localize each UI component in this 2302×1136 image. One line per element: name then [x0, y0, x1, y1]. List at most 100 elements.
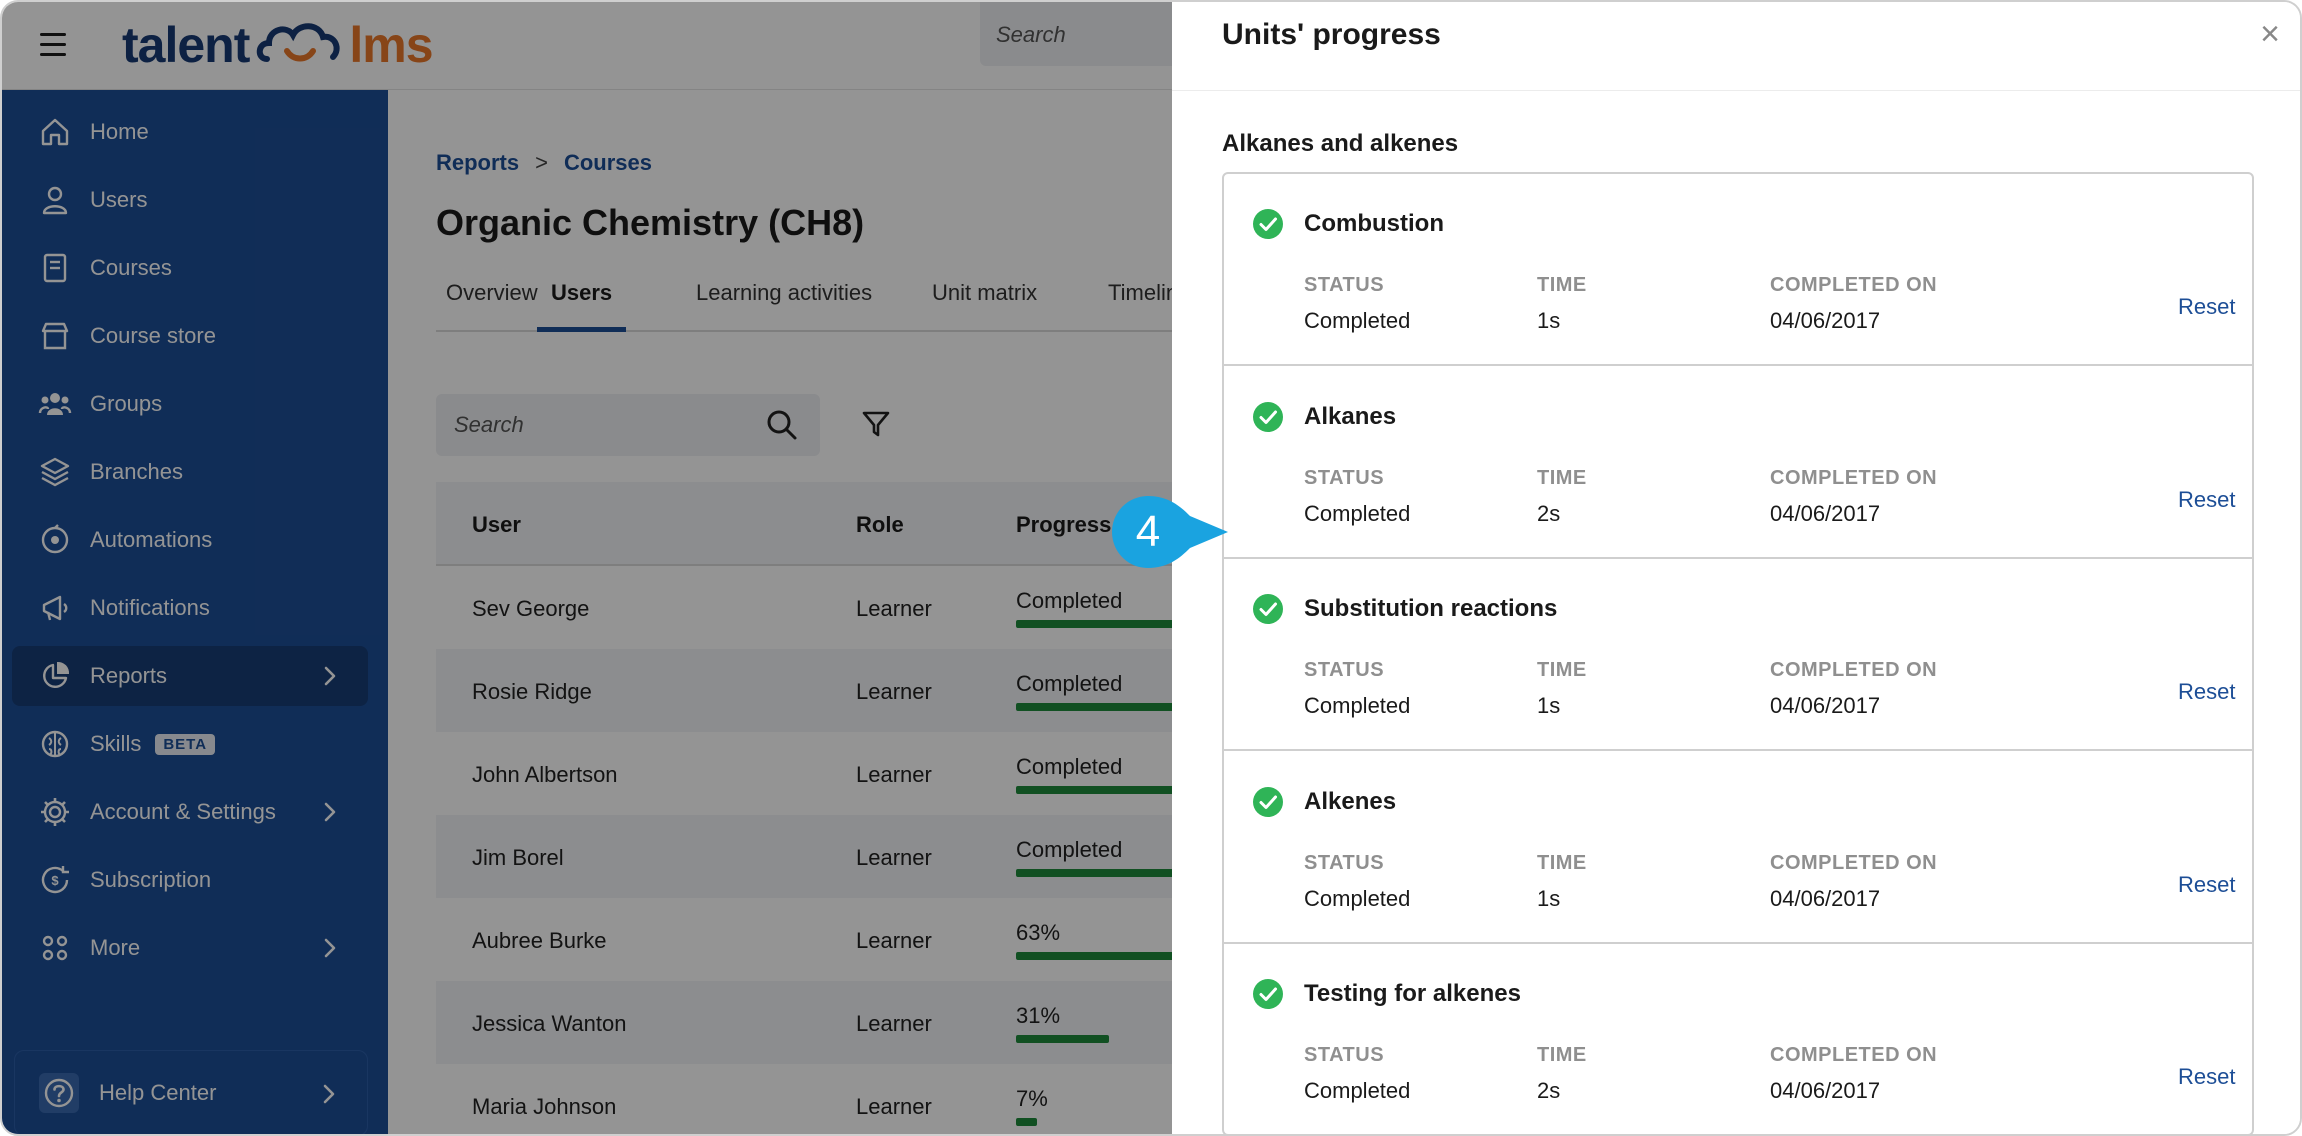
sidebar-item-branches[interactable]: Branches: [12, 442, 368, 502]
time-label: TIME: [1537, 851, 1587, 874]
unit-name: Substitution reactions: [1304, 595, 1558, 623]
hamburger-menu-icon[interactable]: [40, 24, 70, 64]
table-row[interactable]: Aubree Burke Learner 63%: [436, 898, 1205, 981]
progress-bar-fill: [1016, 1035, 1109, 1043]
tab-unit-matrix[interactable]: Unit matrix: [932, 272, 1037, 332]
cell-user[interactable]: Sev George: [472, 596, 589, 622]
units-list: Combustion STATUS TIME COMPLETED ON Complete…: [1222, 172, 2254, 1134]
chevron-right-icon: [318, 936, 342, 960]
reset-button[interactable]: Reset: [2178, 1064, 2235, 1090]
chevron-right-icon: [318, 800, 342, 824]
cell-role: Learner: [856, 762, 932, 787]
top-bar: talent lms Search: [2, 2, 1180, 90]
cell-user[interactable]: Jessica Wanton: [472, 1011, 626, 1037]
help-center-button[interactable]: Help Center: [14, 1050, 368, 1134]
chevron-right-icon: [318, 664, 342, 688]
status-label: STATUS: [1304, 1044, 1385, 1067]
reset-button[interactable]: Reset: [2178, 872, 2235, 898]
reset-button[interactable]: Reset: [2178, 679, 2235, 705]
table-row[interactable]: Rosie Ridge Learner Completed: [436, 649, 1316, 732]
units-progress-panel: Units' progress × Alkanes and alkenes Co…: [1172, 2, 2300, 1134]
users-table: User Role Progress Sev George Learner Comp…: [436, 482, 1316, 1134]
tab-overview[interactable]: Overview: [446, 272, 538, 332]
sidebar-item-label: Skills: [90, 731, 142, 756]
sidebar-item-more[interactable]: More: [12, 918, 368, 978]
table-row[interactable]: Maria Johnson Learner 7%: [436, 1064, 1196, 1134]
search-placeholder: Search: [454, 412, 524, 437]
chevron-right-icon: [317, 1082, 341, 1106]
time-label: TIME: [1537, 659, 1587, 682]
status-value: Completed: [1304, 308, 1411, 333]
sidebar-item-label: Account & Settings: [90, 799, 276, 824]
table-row[interactable]: Jessica Wanton Learner 31%: [436, 981, 1196, 1064]
pie-chart-icon: [38, 659, 72, 693]
sidebar-item-notifications[interactable]: Notifications: [12, 578, 368, 638]
column-header-progress[interactable]: Progress: [1016, 512, 1111, 538]
completed-on-label: COMPLETED ON: [1770, 851, 1938, 874]
book-icon: [38, 251, 72, 285]
cell-progress: Completed: [1016, 754, 1123, 779]
sidebar-item-label: Groups: [90, 391, 163, 416]
panel-divider: [1172, 90, 2300, 91]
column-header-user[interactable]: User: [472, 512, 521, 538]
automation-icon: [38, 523, 72, 557]
time-label: TIME: [1537, 1044, 1587, 1067]
sidebar-item-courses[interactable]: Courses: [12, 238, 368, 298]
sidebar-item-subscription[interactable]: $ Subscription: [12, 850, 368, 910]
cell-user[interactable]: Jim Borel: [472, 845, 564, 871]
global-search-input[interactable]: Search: [980, 2, 1180, 66]
time-label: TIME: [1537, 274, 1587, 296]
time-label: TIME: [1537, 466, 1587, 489]
tab-bar: Overview Users Learning activities Unit …: [436, 272, 1196, 332]
completed-on-label: COMPLETED ON: [1770, 1044, 1938, 1067]
cell-user[interactable]: Aubree Burke: [472, 928, 607, 954]
breadcrumb: Reports > Courses: [436, 150, 652, 176]
logo-cloud-icon: [257, 23, 340, 62]
table-row[interactable]: Sev George Learner Completed: [436, 566, 1316, 649]
help-center-label: Help Center: [99, 1080, 217, 1105]
unit-card: Substitution reactions STATUS TIME COMPLETE…: [1224, 559, 2252, 752]
unit-name: Alkanes: [1304, 402, 1397, 430]
table-row[interactable]: John Albertson Learner Completed: [436, 732, 1316, 815]
status-value: Completed: [1304, 885, 1411, 911]
completed-on-value: 04/06/2017: [1770, 308, 1881, 333]
users-search-input[interactable]: Search: [436, 394, 820, 456]
tab-learning-activities[interactable]: Learning activities: [696, 272, 872, 332]
check-circle-icon: [1252, 786, 1284, 818]
breadcrumb-reports[interactable]: Reports: [436, 150, 519, 176]
sidebar-item-groups[interactable]: Groups: [12, 374, 368, 434]
sidebar-item-label: Home: [90, 119, 149, 144]
sidebar-item-account-settings[interactable]: Account & Settings: [12, 782, 368, 842]
sidebar-item-automations[interactable]: Automations: [12, 510, 368, 570]
sidebar-item-home[interactable]: Home: [12, 102, 368, 162]
unit-name: Combustion: [1304, 210, 1444, 237]
search-icon[interactable]: [766, 409, 798, 441]
cell-user[interactable]: Maria Johnson: [472, 1094, 616, 1120]
status-value: Completed: [1304, 1078, 1411, 1104]
section-title: Alkanes and alkenes: [1222, 130, 1459, 157]
sidebar-item-label: Subscription: [90, 867, 212, 892]
cell-user[interactable]: John Albertson: [472, 762, 618, 788]
completed-on-value: 04/06/2017: [1770, 500, 1881, 526]
reset-button[interactable]: Reset: [2178, 487, 2235, 513]
cell-user[interactable]: Rosie Ridge: [472, 679, 592, 705]
cell-role: Learner: [856, 845, 932, 870]
tab-users[interactable]: Users: [537, 272, 627, 332]
completed-on-value: 04/06/2017: [1770, 1078, 1881, 1104]
sidebar-item-course-store[interactable]: Course store: [12, 306, 368, 366]
talentlms-logo[interactable]: talent lms: [122, 10, 434, 80]
status-label: STATUS: [1304, 274, 1385, 296]
close-icon[interactable]: ×: [2252, 16, 2288, 52]
table-row[interactable]: Jim Borel Learner Completed: [436, 815, 1316, 898]
breadcrumb-courses[interactable]: Courses: [564, 150, 652, 176]
column-header-role[interactable]: Role: [856, 512, 904, 538]
filter-icon[interactable]: [856, 404, 896, 444]
time-value: 2s: [1537, 500, 1561, 526]
time-value: 1s: [1537, 885, 1561, 911]
check-circle-icon: [1252, 401, 1284, 433]
sidebar-item-reports[interactable]: Reports: [12, 646, 368, 706]
sidebar-item-skills[interactable]: Skills BETA: [12, 714, 368, 774]
reset-button[interactable]: Reset: [2178, 294, 2235, 320]
sidebar-item-users[interactable]: Users: [12, 170, 368, 230]
cell-role: Learner: [856, 679, 932, 704]
